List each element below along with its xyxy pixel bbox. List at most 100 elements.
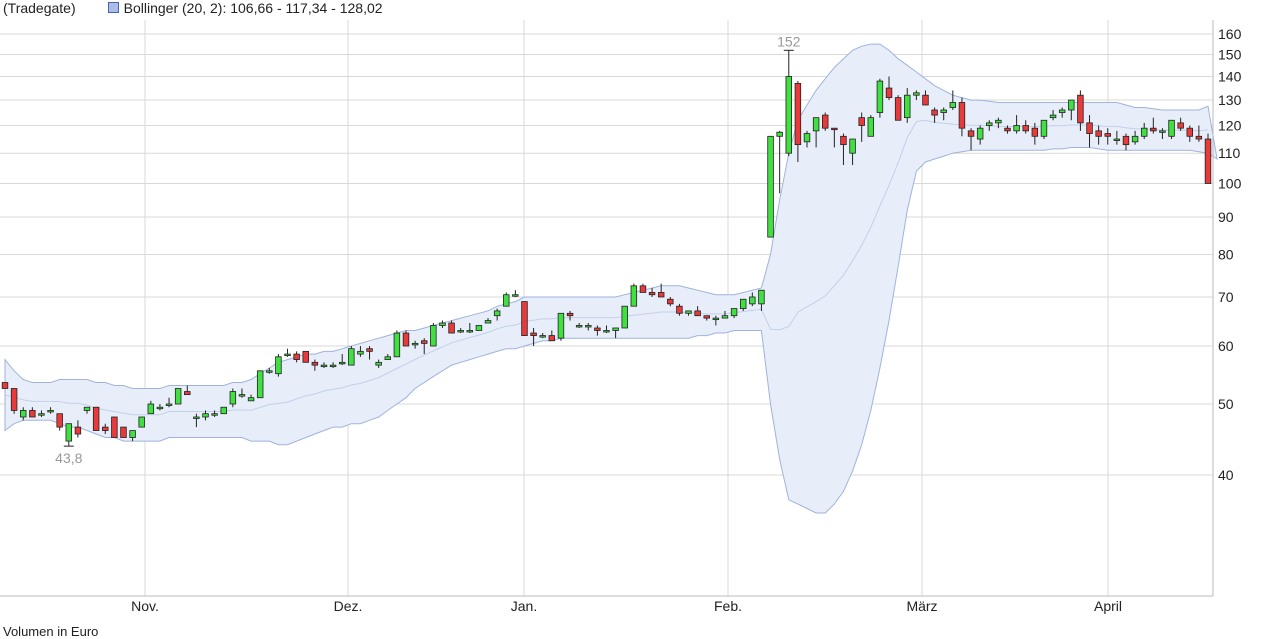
candle-body bbox=[111, 416, 118, 438]
candle-body bbox=[858, 117, 865, 126]
candle bbox=[1204, 133, 1212, 184]
candle-body bbox=[794, 82, 802, 146]
candle-body bbox=[1195, 135, 1203, 140]
candle-body bbox=[384, 356, 391, 360]
candle-body bbox=[466, 330, 474, 333]
candle-body bbox=[630, 285, 638, 307]
y-tick-label: 160 bbox=[1218, 26, 1242, 42]
candle-body bbox=[1004, 127, 1011, 132]
candle-body bbox=[1186, 127, 1193, 137]
candle-body bbox=[1049, 114, 1057, 119]
candle bbox=[894, 95, 902, 121]
candle-body bbox=[1131, 135, 1139, 143]
candle bbox=[822, 112, 829, 131]
candle bbox=[630, 283, 638, 307]
candle-body bbox=[457, 330, 464, 333]
candle-body bbox=[1168, 119, 1175, 137]
candle bbox=[138, 416, 145, 428]
candle-body bbox=[129, 430, 136, 438]
y-tick-label: 120 bbox=[1218, 118, 1242, 134]
candle-body bbox=[320, 364, 328, 368]
candle-body bbox=[894, 97, 902, 121]
candle-body bbox=[1177, 122, 1184, 129]
candle-body bbox=[739, 298, 747, 309]
candle bbox=[621, 305, 628, 329]
candle-body bbox=[548, 335, 556, 342]
candle-body bbox=[657, 292, 665, 298]
candle-body bbox=[1122, 135, 1130, 146]
candle-body bbox=[448, 322, 455, 334]
candle-body bbox=[293, 353, 300, 360]
candle-body bbox=[266, 370, 273, 373]
y-tick-label: 100 bbox=[1218, 176, 1242, 192]
candle-body bbox=[967, 130, 975, 137]
candle-body bbox=[512, 294, 519, 297]
candle-body bbox=[676, 305, 683, 314]
candle bbox=[1, 382, 9, 389]
candle-body bbox=[65, 423, 73, 442]
y-tick-label: 50 bbox=[1218, 396, 1234, 412]
candle-body bbox=[986, 122, 993, 126]
candle-body bbox=[667, 298, 674, 305]
candle-body bbox=[421, 340, 428, 344]
candle bbox=[393, 330, 401, 358]
candle bbox=[1040, 119, 1048, 140]
candle-body bbox=[694, 310, 701, 317]
candle-body bbox=[393, 332, 401, 358]
candle-body bbox=[1077, 94, 1084, 124]
candle-body bbox=[211, 413, 218, 416]
x-tick-label: Dez. bbox=[334, 598, 363, 614]
low-annotation: 43,8 bbox=[55, 450, 82, 466]
candle-body bbox=[785, 76, 792, 154]
candle bbox=[220, 406, 227, 415]
candle-body bbox=[375, 361, 382, 366]
candle-body bbox=[247, 397, 255, 402]
candle-body bbox=[184, 391, 191, 396]
candle-body bbox=[411, 342, 419, 346]
candle-body bbox=[402, 332, 410, 347]
candle-body bbox=[202, 413, 209, 418]
candle-body bbox=[585, 325, 592, 328]
candle-body bbox=[575, 325, 583, 328]
candle bbox=[503, 292, 510, 307]
x-tick-label: April bbox=[1094, 598, 1122, 614]
candle-body bbox=[940, 109, 947, 113]
candle bbox=[10, 388, 18, 414]
y-tick-label: 70 bbox=[1218, 289, 1234, 305]
candle-body bbox=[10, 388, 18, 411]
candle-body bbox=[120, 426, 127, 438]
candle-body bbox=[913, 92, 920, 96]
candle-body bbox=[92, 406, 100, 431]
candle bbox=[767, 135, 774, 238]
candle-body bbox=[530, 332, 537, 336]
candle-body bbox=[193, 416, 200, 419]
candle-body bbox=[475, 325, 483, 331]
candle-body bbox=[174, 388, 182, 405]
candle bbox=[256, 370, 264, 399]
candle-body bbox=[1104, 133, 1111, 137]
candle-body bbox=[302, 350, 309, 363]
candle-body bbox=[566, 312, 574, 317]
candle-body bbox=[138, 416, 145, 428]
candle-body bbox=[38, 413, 45, 416]
candle-body bbox=[776, 131, 783, 137]
candle-body bbox=[976, 127, 984, 140]
candle-body bbox=[685, 310, 692, 314]
candle bbox=[120, 426, 127, 438]
candle-body bbox=[1113, 138, 1121, 141]
candle-body bbox=[102, 426, 109, 431]
candle-body bbox=[867, 117, 875, 137]
candle-body bbox=[539, 335, 546, 338]
candle-body bbox=[648, 292, 656, 296]
candle-body bbox=[885, 87, 893, 99]
candle-body bbox=[74, 426, 82, 435]
candle bbox=[402, 330, 410, 347]
candle bbox=[348, 346, 355, 366]
candle-body bbox=[503, 294, 510, 307]
candle bbox=[275, 354, 282, 377]
candle bbox=[876, 78, 884, 118]
candle bbox=[430, 323, 437, 347]
candle-body bbox=[1159, 130, 1166, 133]
candle-body bbox=[712, 317, 720, 321]
candle-body bbox=[439, 322, 446, 326]
